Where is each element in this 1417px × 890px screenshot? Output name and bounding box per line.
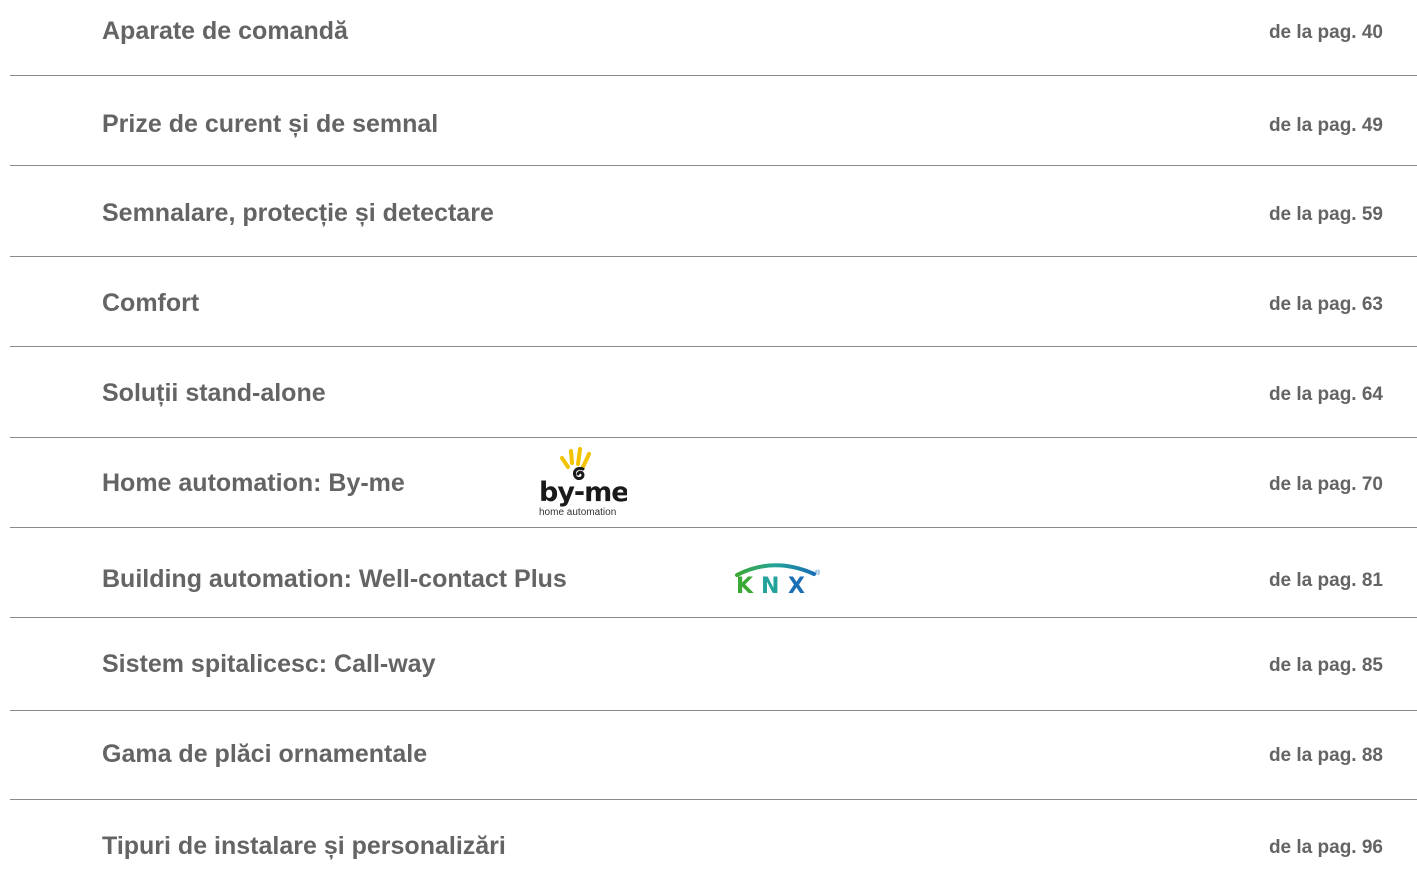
toc-item-page: de la pag. 64 xyxy=(1268,384,1383,405)
toc-item-title: Aparate de comandă xyxy=(102,17,348,45)
toc-item-title: Soluții stand-alone xyxy=(102,379,326,407)
divider xyxy=(10,437,1417,438)
toc-item-title: Building automation: Well-contact Plus xyxy=(102,565,567,593)
toc-item-title: Gama de plăci ornamentale xyxy=(102,740,428,768)
divider xyxy=(10,346,1417,347)
toc-item-page: de la pag. 85 xyxy=(1268,655,1383,676)
toc-item-title: Home automation: By-me xyxy=(102,469,405,497)
toc-item-page: de la pag. 40 xyxy=(1268,22,1383,43)
toc-row[interactable]: Home automation: By-me de la pag. 70 xyxy=(0,445,1417,534)
toc-item-page: de la pag. 49 xyxy=(1268,115,1383,136)
divider xyxy=(10,165,1417,166)
toc-row[interactable]: Building automation: Well-contact Plus d… xyxy=(0,534,1417,623)
toc-row[interactable]: Soluții stand-alone de la pag. 64 xyxy=(0,356,1417,445)
byme-logo: by-me home automation xyxy=(517,443,630,523)
svg-text:by-me: by-me xyxy=(539,477,627,508)
knx-logo-icon: K N X ® xyxy=(735,563,821,599)
divider xyxy=(10,75,1417,76)
toc-item-title: Prize de curent și de semnal xyxy=(102,110,439,138)
hand-sun-icon: by-me home automation xyxy=(539,447,630,518)
table-of-contents: Aparate de comandă de la pag. 40 Prize d… xyxy=(0,0,1417,864)
toc-item-page: de la pag. 63 xyxy=(1268,294,1383,315)
toc-item-page: de la pag. 81 xyxy=(1268,570,1383,591)
toc-row[interactable]: Semnalare, protecție și detectare de la … xyxy=(0,178,1417,267)
toc-item-title: Semnalare, protecție și detectare xyxy=(102,199,494,227)
divider xyxy=(10,617,1417,618)
toc-item-title: Tipuri de instalare și personalizări xyxy=(102,832,506,860)
divider xyxy=(10,256,1417,257)
svg-text:X: X xyxy=(788,574,805,594)
toc-row[interactable]: Gama de plăci ornamentale de la pag. 88 xyxy=(0,712,1417,801)
divider xyxy=(10,710,1417,711)
divider xyxy=(10,799,1417,800)
toc-row[interactable]: Comfort de la pag. 63 xyxy=(0,267,1417,356)
svg-text:®: ® xyxy=(815,569,821,577)
knx-logo: K N X ® xyxy=(734,562,824,599)
svg-text:home automation: home automation xyxy=(539,507,616,518)
toc-item-title: Sistem spitalicesc: Call-way xyxy=(102,650,436,678)
toc-item-page: de la pag. 88 xyxy=(1268,745,1383,766)
toc-item-title: Comfort xyxy=(102,289,200,317)
toc-item-page: de la pag. 70 xyxy=(1268,474,1383,495)
toc-item-page: de la pag. 59 xyxy=(1268,204,1383,225)
svg-text:N: N xyxy=(761,574,779,594)
toc-row[interactable]: Sistem spitalicesc: Call-way de la pag. … xyxy=(0,623,1417,712)
divider xyxy=(10,527,1417,528)
toc-item-page: de la pag. 96 xyxy=(1268,837,1383,858)
svg-text:K: K xyxy=(736,574,754,594)
toc-row[interactable]: Tipuri de instalare și personalizări de … xyxy=(0,801,1417,890)
